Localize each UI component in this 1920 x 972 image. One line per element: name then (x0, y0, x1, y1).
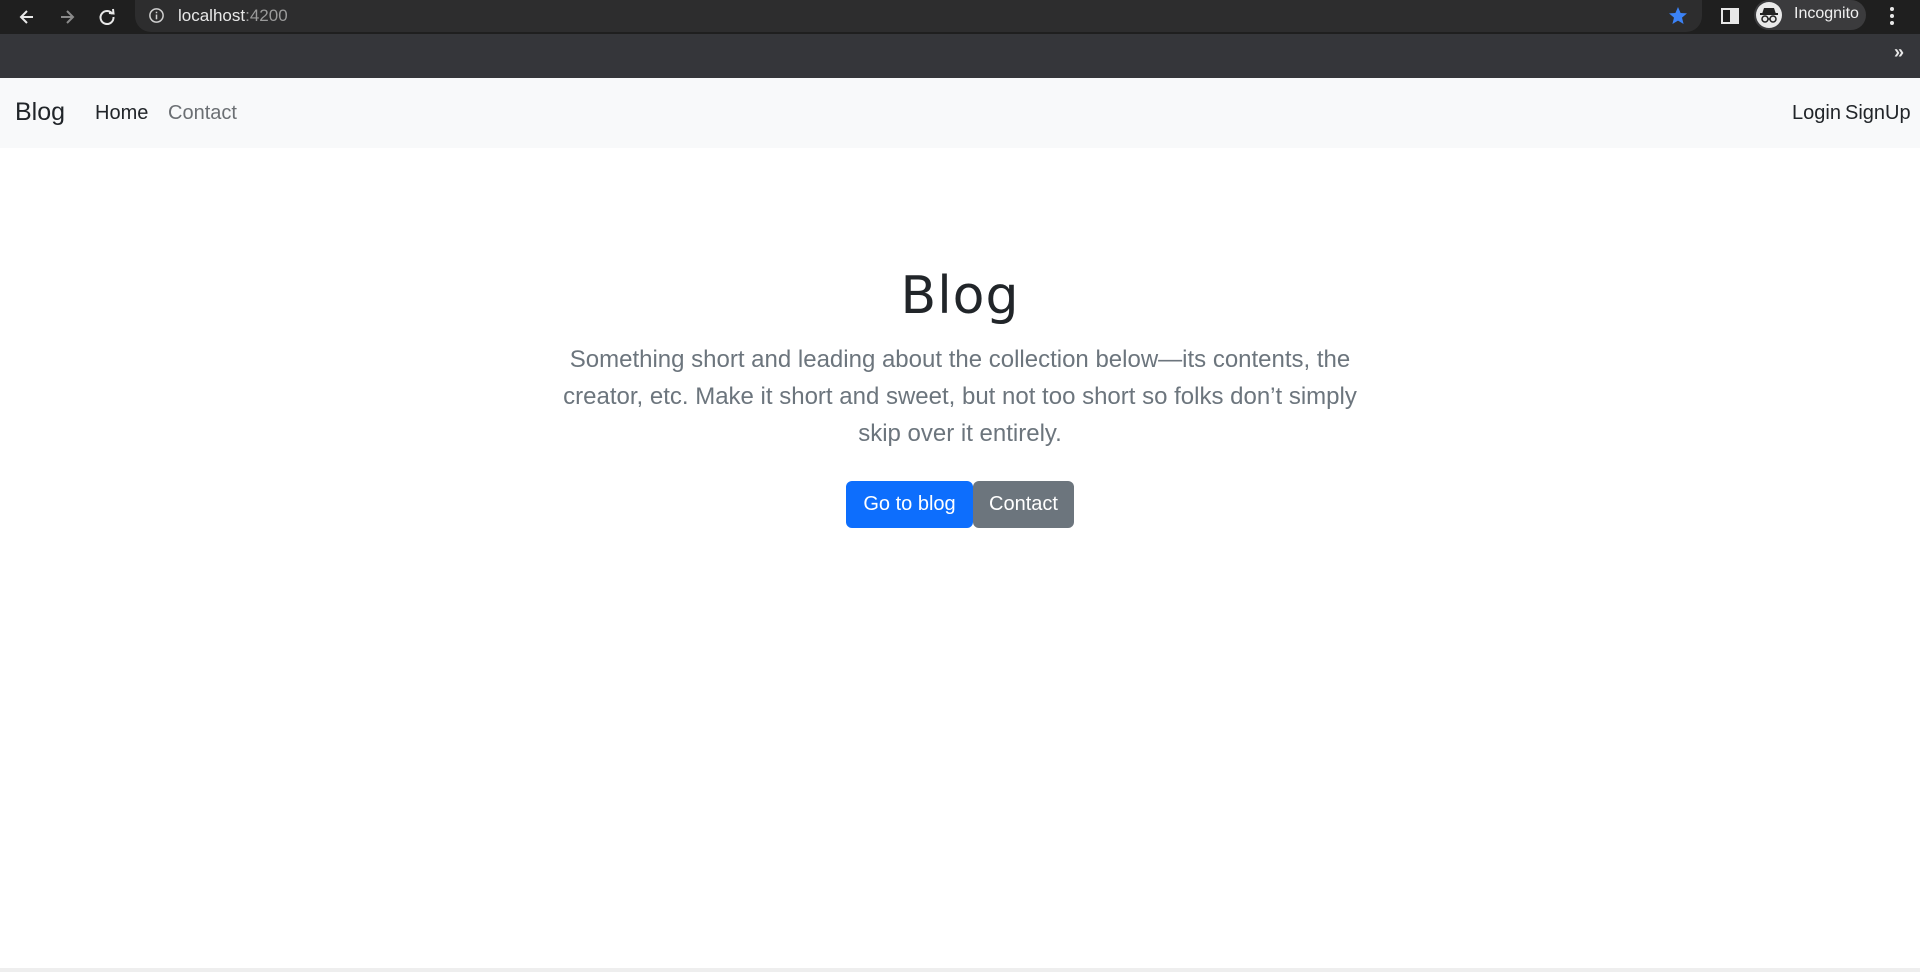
star-icon[interactable] (1666, 4, 1690, 28)
hero-title: Blog (900, 266, 1020, 326)
nav-link-contact[interactable]: Contact (168, 102, 237, 125)
site-navbar: Blog Home Contact Login SignUp (0, 78, 1920, 148)
page-bottom-divider (0, 968, 1920, 972)
login-link[interactable]: Login (1792, 102, 1841, 125)
side-panel-icon[interactable] (1718, 4, 1742, 28)
go-to-blog-button[interactable]: Go to blog (846, 481, 973, 528)
navbar-brand[interactable]: Blog (15, 98, 65, 127)
forward-button[interactable] (54, 4, 80, 30)
bookmarks-overflow-button[interactable]: » (1894, 42, 1904, 63)
hero-lead-text: Something short and leading about the co… (563, 346, 1357, 447)
reload-icon (99, 8, 115, 25)
signup-link[interactable]: SignUp (1845, 102, 1911, 125)
profile-button[interactable]: Incognito (1754, 0, 1866, 30)
url-text[interactable]: localhost:4200 (178, 6, 288, 26)
url-port: :4200 (245, 6, 288, 25)
contact-button[interactable]: Contact (973, 481, 1074, 528)
back-arrow-icon (19, 10, 33, 24)
profile-label: Incognito (1794, 5, 1859, 22)
nav-link-home[interactable]: Home (95, 102, 148, 125)
incognito-icon (1756, 2, 1782, 28)
info-icon[interactable] (148, 7, 165, 24)
forward-arrow-icon (61, 10, 75, 24)
address-bar[interactable]: localhost:4200 (135, 0, 1702, 32)
reload-button[interactable] (94, 4, 120, 30)
kebab-menu-icon[interactable] (1880, 4, 1904, 28)
back-button[interactable] (14, 4, 40, 30)
bookmarks-bar: » (0, 34, 1920, 78)
browser-toolbar: localhost:4200 Incognito (0, 0, 1920, 34)
url-host: localhost (178, 6, 246, 25)
